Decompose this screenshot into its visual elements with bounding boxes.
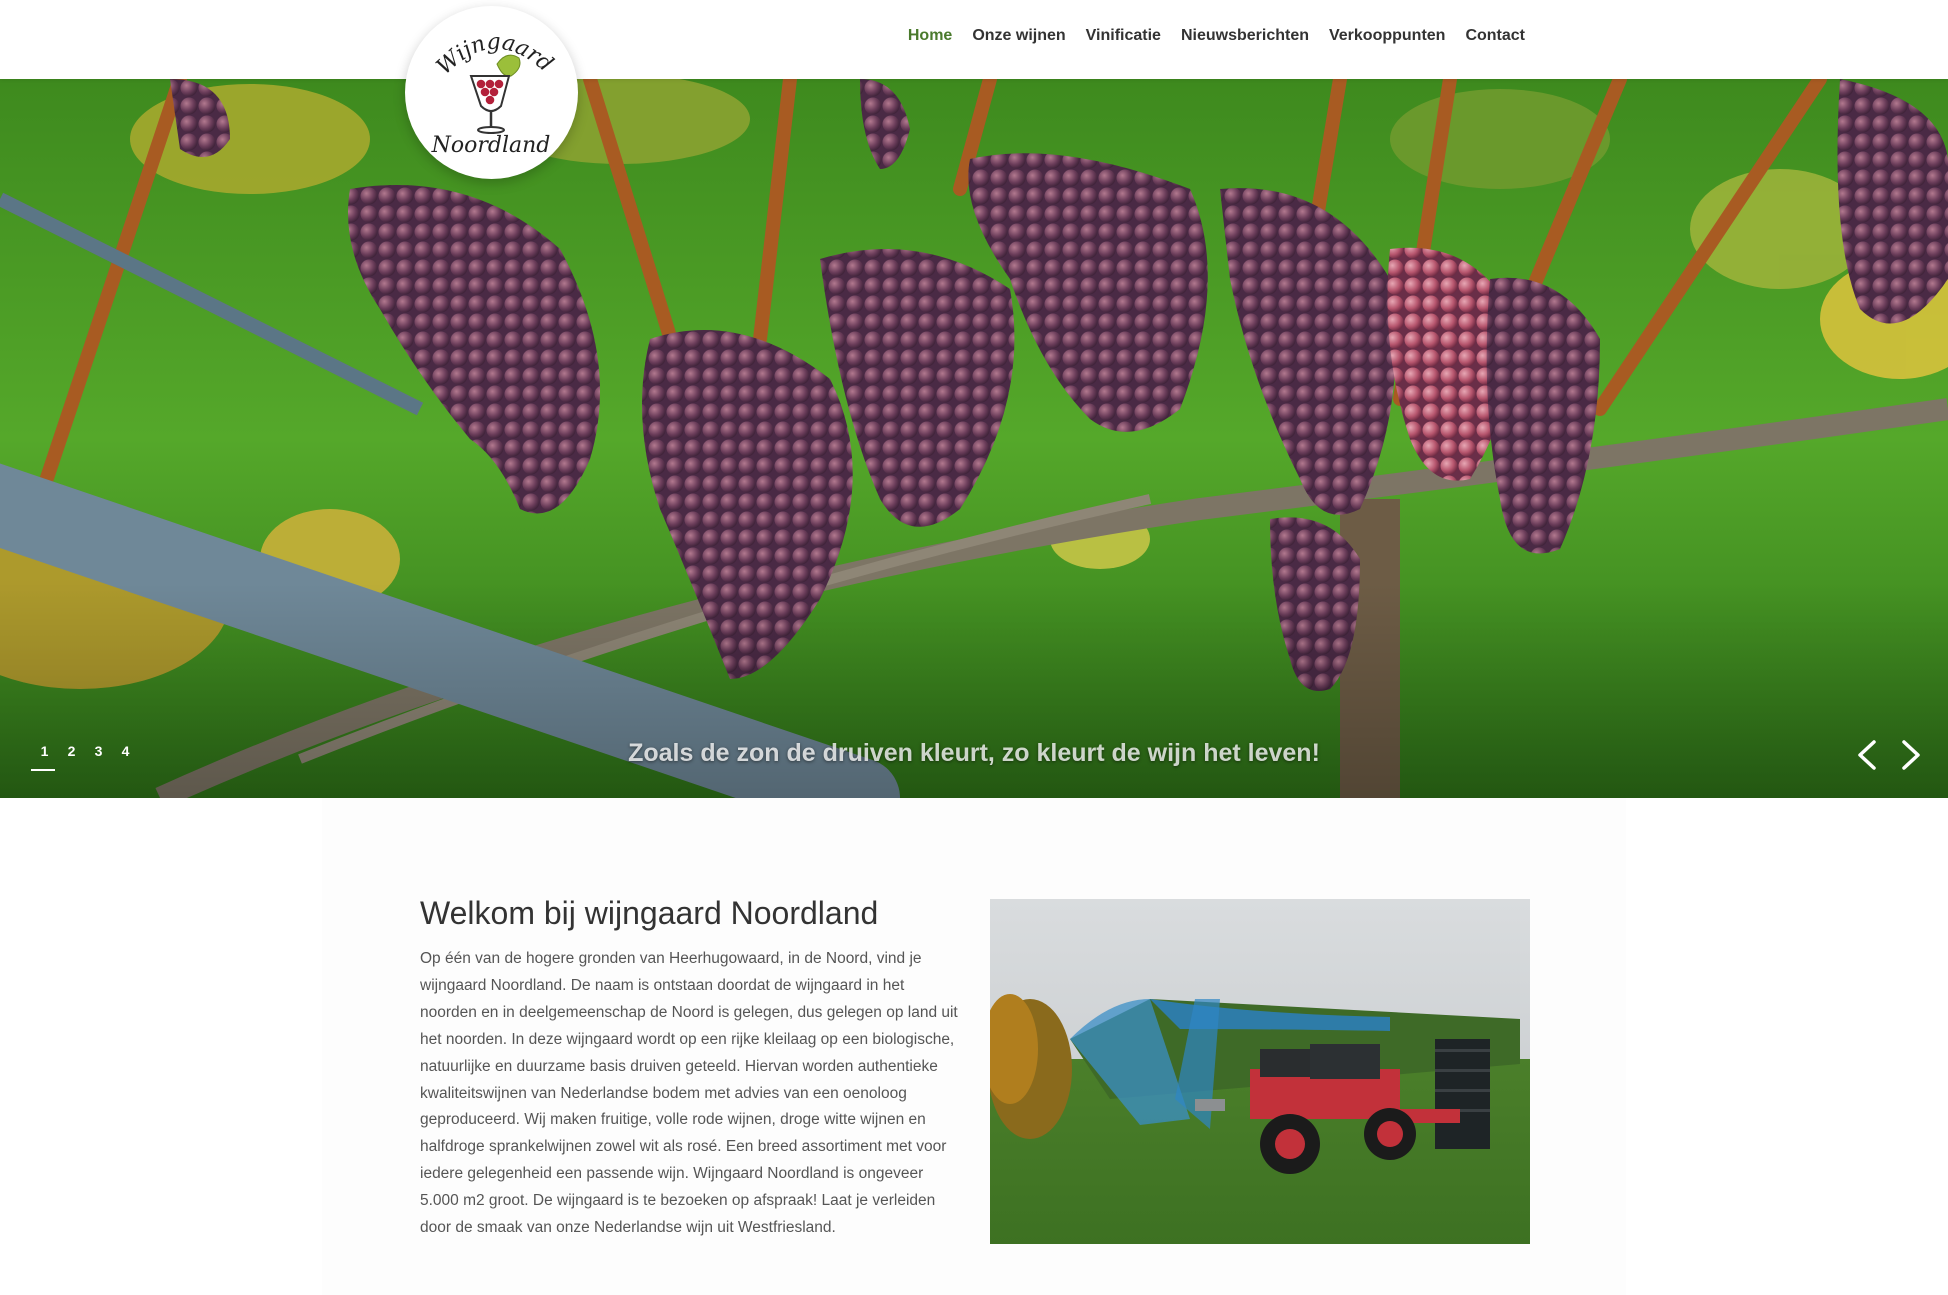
main-nav: Home Onze wijnen Vinificatie Nieuwsberic… bbox=[908, 27, 1525, 45]
tractor-image bbox=[990, 899, 1530, 1244]
hero-slider bbox=[0, 79, 1948, 798]
slide-dot-4[interactable]: 4 bbox=[112, 743, 139, 771]
slider-prev-button[interactable] bbox=[1852, 738, 1882, 772]
page: Home Onze wijnen Vinificatie Nieuwsberic… bbox=[0, 0, 1948, 1295]
chevron-left-icon bbox=[1858, 740, 1876, 770]
slide-indicators: 1 2 3 4 bbox=[31, 743, 139, 771]
welcome-title: Welkom bij wijngaard Noordland bbox=[420, 895, 879, 931]
nav-vinificatie[interactable]: Vinificatie bbox=[1086, 27, 1161, 45]
slide-dot-1[interactable]: 1 bbox=[31, 743, 58, 771]
chevron-right-icon bbox=[1902, 740, 1920, 770]
welcome-text: Op één van de hogere gronden van Heerhug… bbox=[420, 950, 958, 1237]
hero-caption: Zoals de zon de druiven kleurt, zo kleur… bbox=[628, 739, 1320, 767]
welcome-section bbox=[0, 798, 1948, 1295]
nav-contact[interactable]: Contact bbox=[1465, 27, 1525, 45]
slide-dot-2[interactable]: 2 bbox=[58, 743, 85, 771]
vineyard-tractor-photo bbox=[990, 899, 1530, 1244]
logo-emblem: Wijngaard Noordland bbox=[431, 30, 558, 158]
site-logo[interactable]: Wijngaard Noordland bbox=[405, 6, 578, 179]
slide-dot-3[interactable]: 3 bbox=[85, 743, 112, 771]
logo-line1: Wijngaard bbox=[432, 30, 558, 80]
nav-verkooppunten[interactable]: Verkooppunten bbox=[1329, 27, 1445, 45]
logo-line2: Noordland bbox=[431, 133, 551, 158]
site-header: Home Onze wijnen Vinificatie Nieuwsberic… bbox=[0, 0, 1948, 79]
nav-home[interactable]: Home bbox=[908, 27, 952, 45]
nav-onze-wijnen[interactable]: Onze wijnen bbox=[972, 27, 1065, 45]
nav-nieuwsberichten[interactable]: Nieuwsberichten bbox=[1181, 27, 1309, 45]
slider-next-button[interactable] bbox=[1896, 738, 1926, 772]
hero-image bbox=[0, 79, 1948, 798]
